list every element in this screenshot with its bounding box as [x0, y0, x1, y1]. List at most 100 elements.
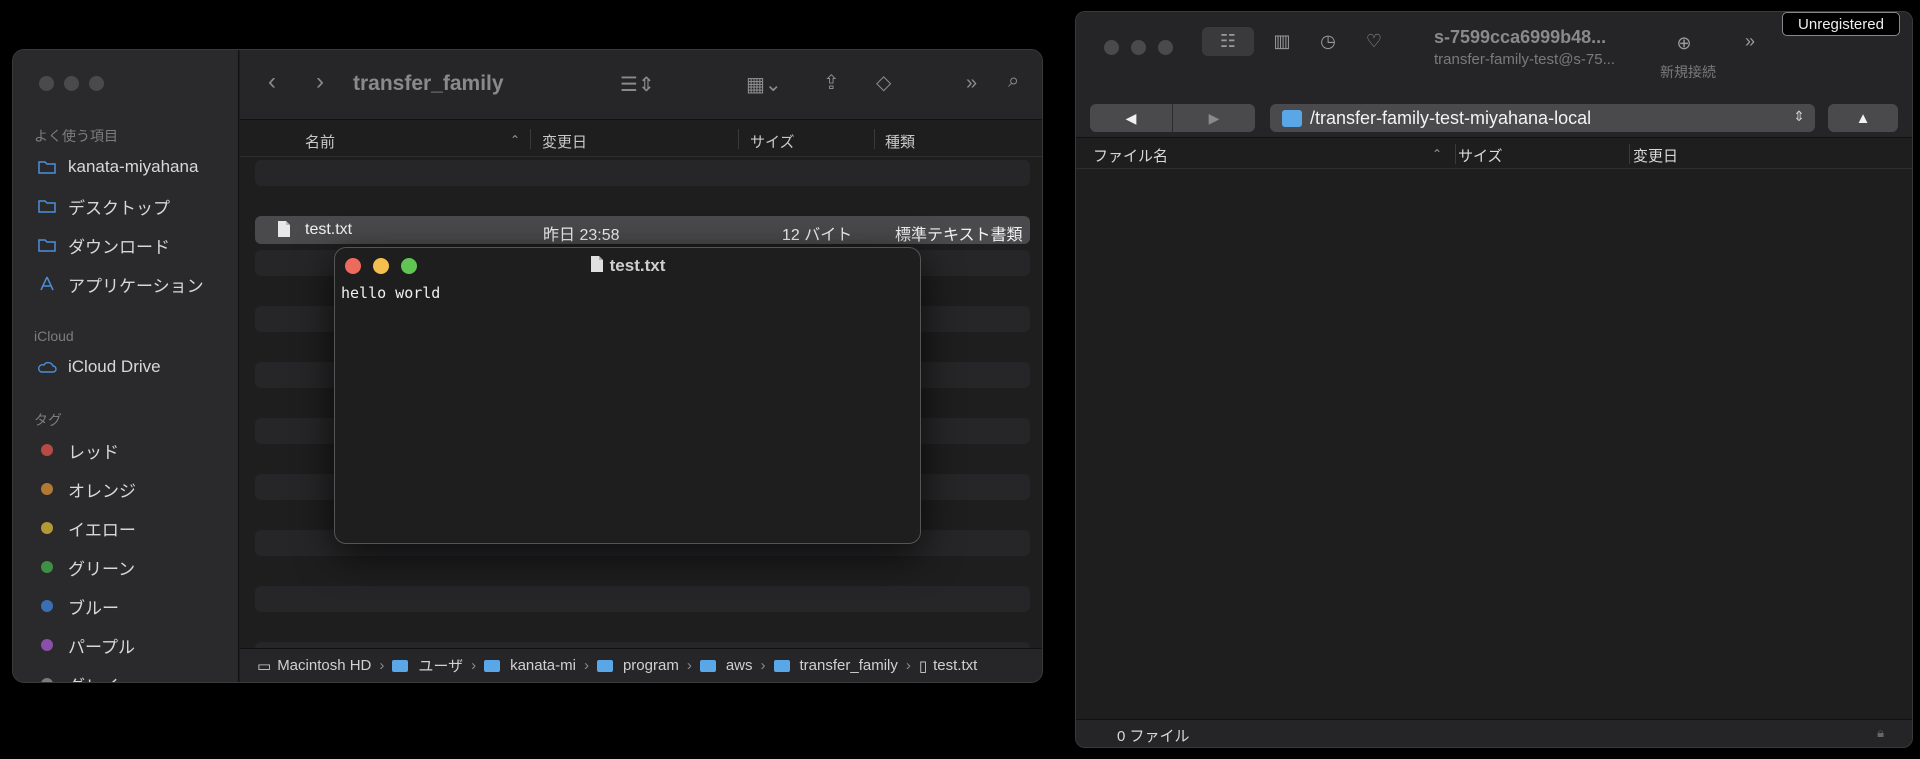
column-kind[interactable]: 種類	[885, 131, 915, 152]
column-name[interactable]: 名前	[305, 131, 335, 152]
folder-icon	[484, 659, 501, 672]
path-item[interactable]: test.txt	[933, 657, 977, 674]
table-row[interactable]: test.txt 昨日 23:58 12 バイト 標準テキスト書類	[255, 216, 1030, 244]
tag-dot-icon	[41, 600, 53, 612]
file-browser[interactable]	[1076, 170, 1912, 719]
history-icon[interactable]: ◷	[1312, 27, 1344, 56]
globe-plus-icon[interactable]: ⊕	[1668, 29, 1700, 58]
back-button[interactable]: ◀	[1090, 104, 1172, 132]
tags-header: タグ	[34, 412, 62, 428]
folder-icon	[596, 659, 613, 672]
forward-button[interactable]: ▶	[1172, 104, 1255, 132]
outline-icon[interactable]: ☷	[1202, 27, 1254, 56]
path-item[interactable]: aws	[726, 657, 753, 674]
new-connection-label[interactable]: 新規接続	[1660, 62, 1716, 82]
folder-icon	[36, 156, 58, 178]
cyberduck-window: ☷ ▥ ◷ ♡ s-7599cca6999b48... transfer-fam…	[1075, 11, 1913, 748]
server-name: s-7599cca6999b48...	[1434, 27, 1607, 47]
finder-toolbar: ‹ › transfer_family ☰⇕ ▦⌄ ⇪ ◇ » ⌕	[240, 50, 1042, 120]
sidebar-item-label: オレンジ	[68, 481, 136, 501]
sidebar-item-applications[interactable]: アプリケーション	[36, 270, 204, 298]
applications-icon	[36, 273, 58, 295]
window-controls	[39, 76, 104, 91]
close-button[interactable]	[39, 76, 54, 91]
path-item[interactable]: Macintosh HD	[277, 657, 371, 674]
file-size: 12 バイト	[782, 227, 853, 244]
window-title: transfer_family	[353, 72, 504, 95]
forward-icon[interactable]: ›	[316, 68, 324, 96]
sidebar-item-icloud-drive[interactable]: iCloud Drive	[36, 353, 161, 381]
tag-dot-icon	[41, 678, 53, 682]
navigation-bar: ◀ ▶ /transfer-family-test-miyahana-local…	[1076, 88, 1912, 138]
tag-icon[interactable]: ◇	[876, 70, 891, 95]
column-header: 名前 ⌃ 変更日 サイズ 種類	[240, 121, 1042, 157]
close-button[interactable]	[1104, 40, 1119, 55]
sidebar-tag-green[interactable]: グリーン	[36, 553, 135, 581]
parent-directory-button[interactable]: ▲	[1828, 104, 1898, 132]
bonjour-icon[interactable]: ♡	[1358, 27, 1390, 56]
folder-icon	[1282, 109, 1302, 127]
column-modified[interactable]: 変更日	[542, 131, 587, 152]
status-bar: 0 ファイル 🔒︎	[1076, 719, 1912, 747]
sidebar-item-label: kanata-miyahana	[68, 157, 199, 176]
chevron-updown-icon: ⇕	[1793, 108, 1805, 124]
zoom-button[interactable]	[89, 76, 104, 91]
disk-icon: ▭	[257, 657, 272, 675]
bookmark-icon[interactable]: ▥	[1266, 27, 1298, 56]
text-content[interactable]: hello world	[341, 284, 440, 302]
column-size[interactable]: サイズ	[750, 131, 795, 152]
sidebar-tag-gray[interactable]: グレイ	[36, 670, 119, 683]
more-icon[interactable]: »	[966, 72, 977, 95]
sidebar-tag-blue[interactable]: ブルー	[36, 592, 119, 620]
back-icon[interactable]: ‹	[268, 68, 276, 96]
file-name: test.txt	[305, 221, 353, 238]
search-icon[interactable]: ⌕	[1008, 70, 1019, 93]
favorites-header: よく使う項目	[34, 128, 118, 144]
folder-icon	[392, 659, 409, 672]
more-icon[interactable]: »	[1738, 27, 1762, 56]
sidebar-item-downloads[interactable]: ダウンロード	[36, 231, 170, 259]
group-icon[interactable]: ▦⌄	[746, 72, 782, 97]
column-filename[interactable]: ファイル名	[1093, 145, 1168, 166]
sidebar-item-label: パープル	[68, 637, 135, 657]
sidebar-tag-orange[interactable]: オレンジ	[36, 475, 136, 503]
sidebar-item-label: ダウンロード	[68, 237, 170, 257]
tag-dot-icon	[41, 444, 53, 456]
unregistered-badge[interactable]: Unregistered	[1782, 12, 1900, 36]
sidebar-item-label: レッド	[68, 442, 119, 462]
tag-dot-icon	[41, 561, 53, 573]
minimize-button[interactable]	[64, 76, 79, 91]
column-header: ファイル名 ⌃ サイズ 変更日	[1076, 139, 1912, 169]
sidebar-item-desktop[interactable]: デスクトップ	[36, 192, 170, 220]
path-item[interactable]: transfer_family	[800, 657, 898, 674]
server-user: transfer-family-test@s-75...	[1434, 51, 1616, 68]
sort-ascending-icon: ⌃	[510, 133, 521, 147]
sidebar-item-home[interactable]: kanata-miyahana	[36, 153, 198, 181]
share-icon[interactable]: ⇪	[823, 70, 840, 95]
lock-icon: 🔒︎	[1877, 725, 1884, 740]
document-icon: ▯	[918, 657, 928, 675]
folder-icon	[699, 659, 716, 672]
path-dropdown[interactable]: /transfer-family-test-miyahana-local ⇕	[1270, 104, 1815, 132]
sidebar-tag-purple[interactable]: パープル	[36, 631, 135, 659]
cloud-icon	[36, 356, 58, 378]
minimize-button[interactable]	[1131, 40, 1146, 55]
path-item[interactable]: kanata-mi	[510, 657, 576, 674]
sidebar-tag-red[interactable]: レッド	[36, 436, 119, 464]
path-bar: ▭ Macintosh HD › ユーザ › kanata-mi › program ›…	[240, 648, 1042, 682]
sidebar-item-label: iCloud Drive	[68, 357, 161, 376]
path-item[interactable]: program	[623, 657, 679, 674]
textedit-window: test.txt hello world	[334, 247, 921, 544]
sidebar-item-label: ブルー	[68, 598, 119, 618]
column-size[interactable]: サイズ	[1458, 145, 1503, 166]
sidebar-item-label: イエロー	[68, 520, 136, 540]
path-item[interactable]: ユーザ	[418, 655, 463, 676]
sidebar-item-label: グレイ	[68, 672, 119, 683]
column-modified[interactable]: 変更日	[1633, 145, 1678, 166]
finder-sidebar: よく使う項目 kanata-miyahana デスクトップ ダウンロード アプリ…	[13, 50, 239, 682]
tag-dot-icon	[41, 522, 53, 534]
sidebar-tag-yellow[interactable]: イエロー	[36, 514, 136, 542]
icloud-header: iCloud	[34, 328, 74, 344]
list-view-icon[interactable]: ☰⇕	[620, 72, 655, 97]
zoom-button[interactable]	[1158, 40, 1173, 55]
